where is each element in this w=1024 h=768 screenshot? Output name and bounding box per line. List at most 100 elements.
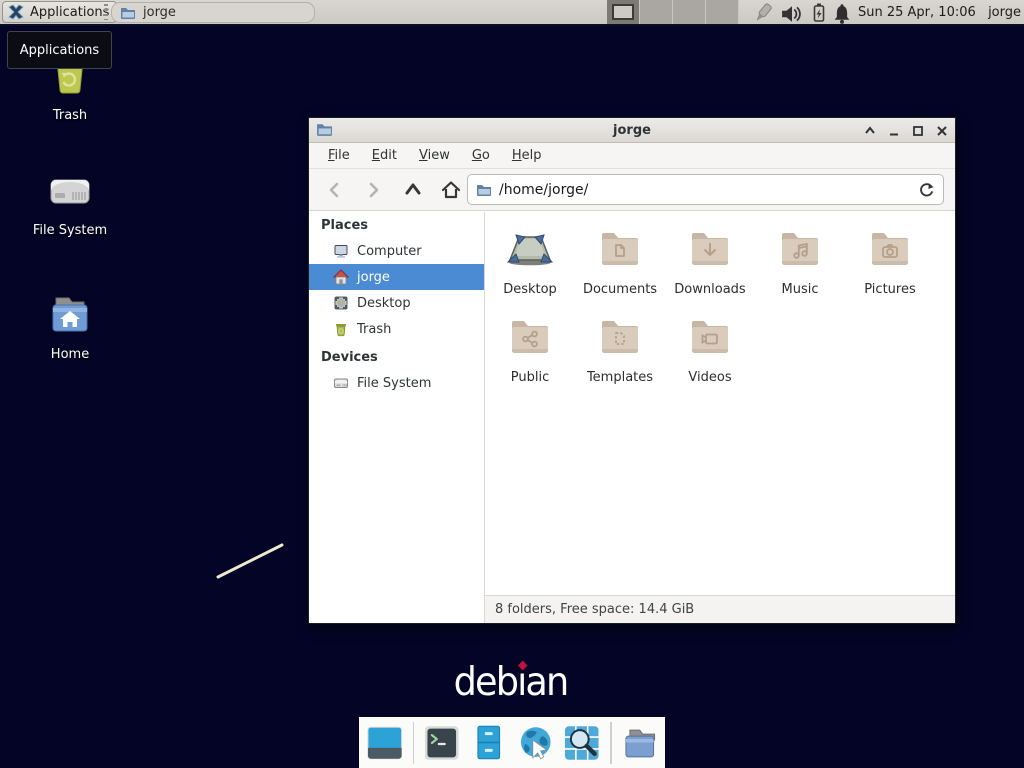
file-label: Public: [485, 370, 575, 385]
marker-tray-icon[interactable]: [752, 2, 774, 24]
debian-logo: debıan: [454, 660, 568, 705]
applications-menu-button[interactable]: Applications: [2, 1, 117, 23]
templates-folder-icon: [596, 313, 644, 361]
up-button[interactable]: [399, 176, 427, 204]
close-button[interactable]: [935, 124, 949, 138]
desktop-folder-icon: [506, 225, 554, 273]
file-label: Documents: [575, 282, 665, 297]
file-item-videos[interactable]: Videos: [665, 313, 755, 385]
volume-icon[interactable]: [781, 3, 803, 25]
file-label: Templates: [575, 370, 665, 385]
harddrive-icon: [46, 167, 94, 215]
panel-handle[interactable]: [104, 4, 108, 20]
location-path[interactable]: /home/jorge/: [499, 182, 911, 198]
folder-dock-icon[interactable]: [621, 724, 659, 762]
folder-icon: [476, 183, 492, 197]
top-panel: Applications jorge Sun 25 Apr, 10:06 jor…: [0, 0, 1024, 26]
toolbar: /home/jorge/: [309, 169, 955, 211]
file-label: Videos: [665, 370, 755, 385]
desktop-icon-filesystem[interactable]: File System: [20, 167, 120, 238]
maximize-button[interactable]: [911, 124, 925, 138]
home-icon: [333, 269, 349, 285]
reload-icon[interactable]: [918, 181, 935, 198]
dock: [359, 717, 665, 768]
public-folder-icon: [506, 313, 554, 361]
desktop-icon-home[interactable]: Home: [20, 291, 120, 362]
battery-icon[interactable]: [808, 2, 830, 24]
menu-view[interactable]: View: [408, 145, 461, 166]
sidebar-header-places: Places: [309, 214, 484, 238]
videos-folder-icon: [686, 313, 734, 361]
computer-icon: [333, 243, 349, 259]
back-button[interactable]: [321, 176, 349, 204]
workspace-window-thumb: [612, 4, 634, 20]
window-icon: [316, 122, 333, 137]
applications-menu-label: Applications: [30, 5, 109, 20]
file-manager-window: jorge File Edit View Go Help: [308, 117, 956, 624]
file-item-music[interactable]: Music: [755, 225, 845, 297]
taskbar-window-label: jorge: [143, 5, 176, 20]
file-label: Pictures: [845, 282, 935, 297]
app-finder-icon[interactable]: [563, 724, 601, 762]
drive-icon: [333, 375, 349, 391]
statusbar: 8 folders, Free space: 14.4 GiB: [485, 595, 955, 623]
file-item-pictures[interactable]: Pictures: [845, 225, 935, 297]
file-cabinet-icon[interactable]: [470, 724, 508, 762]
desktop-icon-label: Trash: [20, 108, 120, 123]
sidebar-item-trash[interactable]: Trash: [309, 316, 484, 342]
minimize-button[interactable]: [887, 124, 901, 138]
user-menu[interactable]: jorge: [988, 0, 1021, 24]
file-item-desktop[interactable]: Desktop: [485, 225, 575, 297]
workspace-1[interactable]: [607, 0, 640, 24]
clock[interactable]: Sun 25 Apr, 10:06: [858, 0, 976, 24]
home-folder-icon: [46, 291, 94, 339]
dock-separator: [413, 722, 415, 764]
home-button[interactable]: [437, 176, 465, 204]
workspace-3[interactable]: [673, 0, 706, 24]
desktop-place-icon: [333, 295, 349, 311]
documents-folder-icon: [596, 225, 644, 273]
file-item-documents[interactable]: Documents: [575, 225, 665, 297]
location-bar[interactable]: /home/jorge/: [467, 174, 944, 205]
sidebar-item-jorge[interactable]: jorge: [309, 264, 484, 290]
stray-line: [210, 535, 290, 585]
music-folder-icon: [776, 225, 824, 273]
web-browser-icon[interactable]: [517, 724, 555, 762]
sidebar-item-label: File System: [357, 376, 431, 391]
desktop-icon-label: File System: [20, 223, 120, 238]
titlebar[interactable]: jorge: [309, 118, 955, 143]
applications-tooltip: Applications: [7, 31, 112, 69]
menubar: File Edit View Go Help: [309, 143, 955, 169]
taskbar-window-button[interactable]: jorge: [111, 2, 315, 23]
folder-icon: [120, 6, 136, 20]
pictures-folder-icon: [866, 225, 914, 273]
workspace-4[interactable]: [706, 0, 739, 24]
window-title: jorge: [309, 123, 955, 138]
workspace-switcher: [607, 0, 739, 24]
notification-bell-icon[interactable]: [831, 3, 853, 25]
file-item-public[interactable]: Public: [485, 313, 575, 385]
sidebar-item-label: jorge: [357, 270, 390, 285]
applications-menu-icon: [7, 3, 25, 21]
file-item-templates[interactable]: Templates: [575, 313, 665, 385]
menu-help[interactable]: Help: [501, 145, 553, 166]
sidebar-item-computer[interactable]: Computer: [309, 238, 484, 264]
sidebar-item-file-system[interactable]: File System: [309, 370, 484, 396]
dock-separator: [610, 722, 612, 764]
workspace-2[interactable]: [640, 0, 673, 24]
menu-file[interactable]: File: [317, 145, 361, 166]
forward-button[interactable]: [359, 176, 387, 204]
desktop-icon-label: Home: [20, 347, 120, 362]
sidebar-item-desktop[interactable]: Desktop: [309, 290, 484, 316]
file-item-downloads[interactable]: Downloads: [665, 225, 755, 297]
file-label: Desktop: [485, 282, 575, 297]
shade-button[interactable]: [863, 124, 877, 138]
menu-edit[interactable]: Edit: [361, 145, 408, 166]
show-desktop-icon[interactable]: [366, 724, 404, 762]
trash-small-icon: [333, 321, 349, 337]
menu-go[interactable]: Go: [461, 145, 501, 166]
file-label: Music: [755, 282, 845, 297]
sidebar-item-label: Trash: [357, 322, 391, 337]
file-label: Downloads: [665, 282, 755, 297]
terminal-icon[interactable]: [423, 724, 461, 762]
